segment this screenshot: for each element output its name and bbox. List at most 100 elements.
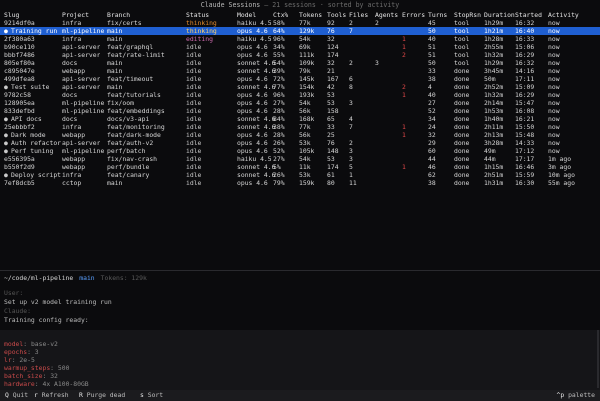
cell-slug: Deploy script bbox=[11, 171, 62, 179]
column-header-duration[interactable]: Duration bbox=[484, 11, 515, 19]
table-row[interactable]: b90ce110 api-server feat/graphql idle opus 4… bbox=[0, 43, 600, 51]
table-row[interactable]: bbbf7486 api-server feat/rate-limit idle opu… bbox=[0, 51, 600, 59]
table-row[interactable]: 25ebbbf2 infra feat/monitoring idle sonnet 4… bbox=[0, 123, 600, 131]
table-row[interactable]: ● Deploy script infra feat/canary idle sonnet… bbox=[0, 171, 600, 179]
code-line: batch_size: 32 bbox=[4, 372, 58, 380]
table-row[interactable]: ● Auth refactor api-server feat/auth-v2 idle… bbox=[0, 139, 600, 147]
cell-branch: feat/rate-limit bbox=[107, 51, 165, 59]
cell-files: 3 bbox=[349, 147, 353, 155]
transcript-line: Set up v2 model training run bbox=[4, 298, 112, 306]
table-row[interactable]: 9214df0a infra fix/certs thinking haiku 4.5 5… bbox=[0, 19, 600, 27]
purge-hint[interactable]: R Purge dead bbox=[79, 390, 125, 401]
cell-files: 2 bbox=[349, 139, 353, 147]
project-path: ~/code/ml-pipeline bbox=[4, 274, 74, 282]
column-header-activity[interactable]: Activity bbox=[548, 11, 579, 19]
cell-ctx: 34% bbox=[273, 43, 285, 51]
cell-tools: 92 bbox=[327, 19, 335, 27]
table-row[interactable]: ● Dark mode webapp feat/dark-mode idle opus 4… bbox=[0, 131, 600, 139]
cell-ctx: 79% bbox=[273, 179, 285, 187]
cell-status: idle bbox=[186, 131, 202, 139]
column-header-branch[interactable]: Branch bbox=[107, 11, 130, 19]
table-row[interactable]: c895047e webapp main idle sonnet 4.6 39% 79k 21… bbox=[0, 67, 600, 75]
table-row[interactable]: 499dfea8 api-server feat/timeout idle opus 4… bbox=[0, 75, 600, 83]
config-value: 3 bbox=[34, 348, 39, 356]
table-row[interactable]: ● Test suite api-server main idle sonnet 4.6 7… bbox=[0, 83, 600, 91]
cell-files: 2 bbox=[349, 19, 353, 27]
column-header-tools[interactable]: Tools bbox=[327, 11, 346, 19]
palette-hint[interactable]: ^p palette bbox=[557, 390, 596, 401]
cell-agents: 2 bbox=[375, 19, 379, 27]
cell-stop-reason: done bbox=[454, 83, 470, 91]
table-row[interactable]: 2f380a63 infra main editing haiku 4.5 96% 54k 3… bbox=[0, 35, 600, 43]
pane-divider bbox=[0, 270, 600, 271]
column-header-agents[interactable]: Agents bbox=[375, 11, 398, 19]
column-header-ctx[interactable]: Ctx% bbox=[273, 11, 288, 19]
cell-duration: 1h31m bbox=[484, 179, 504, 187]
column-header-slug[interactable]: Slug bbox=[4, 11, 19, 19]
column-header-status[interactable]: Status bbox=[186, 11, 209, 19]
cell-tokens: 56k bbox=[299, 131, 311, 139]
table-row[interactable]: b550f2d9 webapp perf/bundle idle sonnet 4.6 5… bbox=[0, 163, 600, 171]
cell-activity: 1m ago bbox=[548, 155, 572, 163]
table-row[interactable]: 833defbd ml-pipeline feat/embeddings idle op… bbox=[0, 107, 600, 115]
code-line: model: base-v2 bbox=[4, 340, 58, 348]
cell-branch: main bbox=[107, 67, 123, 75]
column-header-stop-reason[interactable]: StopRsn bbox=[454, 11, 481, 19]
cell-tokens: 109k bbox=[299, 59, 315, 67]
column-header-errors[interactable]: Errors bbox=[402, 11, 425, 19]
refresh-hint[interactable]: r Refresh bbox=[34, 390, 69, 401]
code-line: warmup_steps: 500 bbox=[4, 364, 69, 372]
cell-turns: 50 bbox=[428, 59, 436, 67]
cell-duration: 1h32m bbox=[484, 51, 504, 59]
detail-scrollbar[interactable] bbox=[597, 330, 599, 388]
cell-turns: 38 bbox=[428, 75, 436, 83]
cell-status: idle bbox=[186, 115, 202, 123]
cell-model: opus 4.6 bbox=[237, 139, 268, 147]
cell-started: 15:09 bbox=[515, 83, 535, 91]
code-line: epochs: 3 bbox=[4, 348, 39, 356]
table-row[interactable]: 7ef8dcb5 cctop main idle opus 4.6 79% 159k 80 11… bbox=[0, 179, 600, 187]
table-row[interactable]: ● API docs docs docs/v3-api idle sonnet 4.6 84… bbox=[0, 115, 600, 123]
config-value: 500 bbox=[57, 364, 70, 372]
column-header-model[interactable]: Model bbox=[237, 11, 256, 19]
column-header-tokens[interactable]: Tokens bbox=[299, 11, 322, 19]
cell-branch: docs/v3-api bbox=[107, 115, 150, 123]
cell-slug: 25ebbbf2 bbox=[4, 123, 35, 131]
cell-duration: 1h40m bbox=[484, 115, 504, 123]
column-header-files[interactable]: Files bbox=[349, 11, 368, 19]
table-row[interactable]: 805ef80a docs main idle sonnet 4.6 54% 109k 32 2… bbox=[0, 59, 600, 67]
cell-tools: 53 bbox=[327, 91, 335, 99]
table-row[interactable]: 128905ea ml-pipeline fix/oom idle opus 4.6 27… bbox=[0, 99, 600, 107]
cell-duration: 2h55m bbox=[484, 43, 504, 51]
cell-started: 15:48 bbox=[515, 131, 535, 139]
cell-status: editing bbox=[186, 35, 213, 43]
title-separator: — bbox=[260, 1, 273, 9]
config-value: 32 bbox=[50, 372, 58, 380]
cell-stop-reason: done bbox=[454, 139, 470, 147]
cell-slug: Test suite bbox=[11, 83, 50, 91]
cell-slug: 833defbd bbox=[4, 107, 35, 115]
column-header-turns[interactable]: Turns bbox=[428, 11, 447, 19]
cell-branch: main bbox=[107, 27, 123, 35]
cell-duration: 2h51m bbox=[484, 171, 504, 179]
column-header-project[interactable]: Project bbox=[62, 11, 89, 19]
table-row[interactable]: ● Perf tuning ml-pipeline perf/batch idle opu… bbox=[0, 147, 600, 155]
quit-hint[interactable]: Q Quit bbox=[5, 390, 28, 401]
cell-branch: fix/oom bbox=[107, 99, 134, 107]
cell-project: cctop bbox=[62, 179, 82, 187]
cell-stop-reason: done bbox=[454, 99, 470, 107]
column-header-started[interactable]: Started bbox=[515, 11, 542, 19]
sort-hint[interactable]: s Sort bbox=[140, 390, 163, 401]
cell-activity: 3m ago bbox=[548, 163, 572, 171]
cell-duration: 3h45m bbox=[484, 67, 504, 75]
cell-branch: perf/batch bbox=[107, 147, 146, 155]
config-key: model bbox=[4, 340, 24, 348]
table-row-selected[interactable]: ● Training run ml-pipeline main thinking opus… bbox=[0, 27, 600, 35]
cell-project: ml-pipeline bbox=[62, 27, 105, 35]
cell-errors: 2 bbox=[402, 83, 406, 91]
palette-label: palette bbox=[568, 391, 595, 399]
cell-files: 11 bbox=[349, 179, 357, 187]
table-row[interactable]: 9782c58 docs feat/tutorials idle opus 4.6 96%… bbox=[0, 91, 600, 99]
cell-project: ml-pipeline bbox=[62, 99, 105, 107]
table-row[interactable]: e556395a webapp fix/nav-crash idle haiku 4.5… bbox=[0, 155, 600, 163]
